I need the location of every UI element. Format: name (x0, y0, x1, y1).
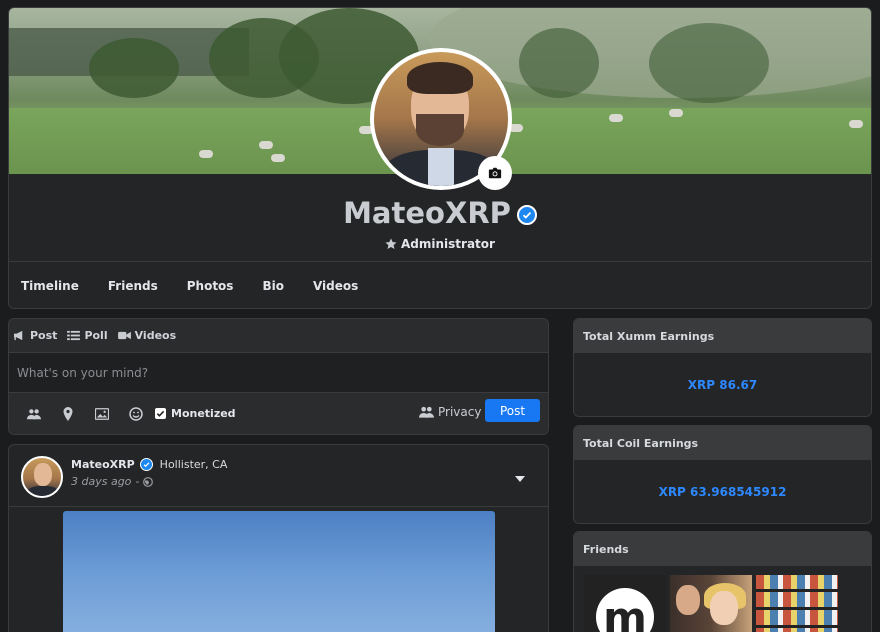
composer-actions: Monetized Privacy Post (9, 393, 548, 434)
list-icon (67, 330, 81, 341)
post-author-name[interactable]: MateoXRP (71, 458, 135, 471)
location-button[interactable] (51, 406, 85, 421)
post-location[interactable]: Hollister, CA (160, 458, 228, 471)
post-header: MateoXRP Hollister, CA 3 days ago - (9, 445, 548, 507)
map-pin-icon (63, 406, 73, 421)
tab-timeline[interactable]: Timeline (21, 279, 95, 293)
tab-videos[interactable]: Videos (313, 279, 374, 293)
composer-tab-videos[interactable]: Videos (117, 329, 177, 342)
composer-input-wrap (9, 352, 548, 393)
post-author-avatar[interactable] (21, 456, 63, 498)
star-icon (385, 238, 397, 249)
megaphone-icon (14, 330, 23, 341)
post-options-button[interactable] (515, 467, 525, 486)
post-image[interactable] (63, 511, 495, 632)
profile-name-row: MateoXRP (9, 196, 871, 230)
composer-tabs: Post Poll Videos (9, 319, 548, 352)
xumm-earnings-title: Total Xumm Earnings (574, 319, 871, 353)
tab-photos[interactable]: Photos (187, 279, 250, 293)
composer-tab-post[interactable]: Post (13, 329, 57, 342)
smiley-icon (129, 406, 143, 421)
composer-tab-poll[interactable]: Poll (67, 329, 108, 342)
profile-tabs: Timeline Friends Photos Bio Videos (9, 261, 871, 308)
post-author-row: MateoXRP Hollister, CA (71, 458, 227, 471)
coil-earnings-value: XRP 63.968545912 (658, 484, 787, 499)
feed-post: MateoXRP Hollister, CA 3 days ago - (8, 444, 549, 632)
friends-grid: m (584, 575, 838, 632)
friend-avatar[interactable] (756, 575, 838, 632)
monetized-checkbox[interactable] (155, 408, 166, 419)
composer-tab-videos-label: Videos (134, 329, 177, 342)
checkmark-icon (156, 410, 165, 417)
monetized-label: Monetized (171, 407, 236, 420)
composer-tab-poll-label: Poll (84, 329, 108, 342)
emoji-button[interactable] (119, 406, 153, 421)
coil-earnings-title: Total Coil Earnings (574, 426, 871, 460)
verified-badge-icon (139, 458, 153, 471)
role-label: Administrator (401, 237, 495, 251)
xumm-earnings-value: XRP 86.67 (687, 377, 758, 392)
privacy-label: Privacy (438, 405, 482, 419)
privacy-dropdown[interactable]: Privacy (419, 405, 481, 419)
tab-bio[interactable]: Bio (262, 279, 300, 293)
friend-avatar[interactable]: m (584, 575, 666, 632)
composer-tab-post-label: Post (30, 329, 58, 342)
post-meta-separator: - (135, 475, 140, 488)
friend-avatar[interactable] (670, 575, 752, 632)
friends-card-title: Friends (574, 532, 871, 566)
camera-icon (488, 167, 502, 179)
profile-role: Administrator (9, 237, 871, 251)
change-photo-button[interactable] (478, 156, 512, 190)
caret-down-icon (515, 476, 525, 482)
status-input[interactable] (17, 365, 548, 380)
users-icon (419, 406, 434, 418)
globe-icon (143, 476, 154, 487)
tab-friends[interactable]: Friends (108, 279, 174, 293)
users-icon (27, 408, 41, 419)
profile-card: MateoXRP Administrator Timeline Friends … (8, 7, 872, 309)
post-composer: Post Poll Videos What's on your mind? Mo… (8, 318, 549, 435)
post-time[interactable]: 3 days ago (71, 475, 131, 488)
video-camera-icon (117, 331, 131, 340)
image-icon (95, 407, 109, 420)
profile-name: MateoXRP (343, 196, 511, 230)
xumm-earnings-card: Total Xumm Earnings XRP 86.67 (573, 318, 872, 417)
verified-badge-icon (516, 205, 537, 225)
post-button[interactable]: Post (485, 399, 540, 422)
coil-earnings-card: Total Coil Earnings XRP 63.968545912 (573, 425, 872, 524)
tag-friends-button[interactable] (17, 407, 51, 421)
friends-card: Friends m (573, 531, 872, 632)
add-photo-button[interactable] (85, 407, 119, 421)
post-meta: 3 days ago - (71, 475, 154, 488)
monetized-toggle[interactable]: Monetized (155, 407, 236, 420)
